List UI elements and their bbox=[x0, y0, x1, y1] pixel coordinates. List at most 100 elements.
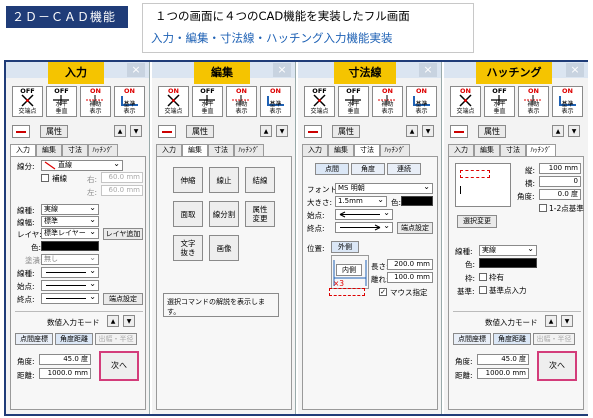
chamfer-button[interactable]: 面取 bbox=[173, 201, 203, 227]
angle-distance-mode-button[interactable]: 角度距離 bbox=[55, 333, 93, 345]
scroll-up-button[interactable]: ▲ bbox=[114, 125, 126, 137]
cross-point-toggle[interactable]: OFF 交端点 bbox=[12, 86, 43, 117]
tab-dimension[interactable]: 寸法 bbox=[208, 144, 234, 156]
angle-mode-button[interactable]: 角度 bbox=[351, 163, 385, 175]
line-stop-button[interactable]: 線止 bbox=[209, 167, 239, 193]
base-display-toggle[interactable]: ON 基準 表示 bbox=[114, 86, 145, 117]
scroll-up-button[interactable]: ▲ bbox=[260, 125, 272, 137]
end-arrow-select[interactable] bbox=[335, 222, 393, 233]
ruler-icon[interactable] bbox=[158, 125, 176, 138]
layer-add-button[interactable]: レイヤ追加 bbox=[103, 228, 143, 240]
tab-edit[interactable]: 編集 bbox=[36, 144, 62, 156]
scroll-down-button[interactable]: ▼ bbox=[422, 125, 434, 137]
stretch-button[interactable]: 伸縮 bbox=[173, 167, 203, 193]
point-coord-mode-button[interactable]: 点間座標 bbox=[15, 333, 53, 345]
scroll-up-button[interactable]: ▲ bbox=[406, 125, 418, 137]
left-offset-input[interactable]: 60.0 mm bbox=[101, 185, 143, 196]
tab-input[interactable]: 入力 bbox=[156, 144, 182, 156]
kind-select[interactable]: 実線 bbox=[479, 245, 537, 256]
frame-checkbox[interactable] bbox=[479, 273, 487, 281]
tab-hatching[interactable]: ﾊｯﾁﾝｸﾞ bbox=[380, 144, 410, 156]
mode-down-button[interactable]: ▼ bbox=[123, 315, 135, 327]
pattern-item[interactable] bbox=[460, 170, 490, 178]
start-arrow-select[interactable] bbox=[335, 209, 393, 220]
start-arrow-select[interactable] bbox=[41, 280, 99, 291]
aux-display-toggle[interactable]: ON 補助 表示 bbox=[226, 86, 257, 117]
kind-select[interactable]: 実線 bbox=[41, 204, 99, 215]
linekind-select[interactable] bbox=[41, 267, 99, 278]
color-swatch[interactable] bbox=[401, 196, 433, 206]
aux-display-toggle[interactable]: ON 補助 表示 bbox=[372, 86, 403, 117]
tab-edit[interactable]: 編集 bbox=[328, 144, 354, 156]
mode-up-button[interactable]: ▲ bbox=[545, 315, 557, 327]
horizontal-vertical-toggle[interactable]: OFF 水平 垂直 bbox=[192, 86, 223, 117]
mode-up-button[interactable]: ▲ bbox=[107, 315, 119, 327]
base-display-toggle[interactable]: ON 基準 表示 bbox=[552, 86, 583, 117]
two-point-base-checkbox[interactable] bbox=[539, 204, 547, 212]
angle-input[interactable]: 0.0 度 bbox=[539, 189, 581, 200]
attribute-button[interactable]: 属性 bbox=[186, 125, 214, 138]
image-button[interactable]: 画像 bbox=[209, 235, 239, 261]
tab-dimension[interactable]: 寸法 bbox=[62, 144, 88, 156]
cross-point-toggle[interactable]: ON 交端点 bbox=[158, 86, 189, 117]
close-icon[interactable]: × bbox=[566, 63, 584, 77]
tab-dimension[interactable]: 寸法 bbox=[500, 144, 526, 156]
ruler-icon[interactable] bbox=[304, 125, 322, 138]
cross-point-toggle[interactable]: ON 交端点 bbox=[450, 86, 481, 117]
endpoint-setting-button[interactable]: 端点設定 bbox=[103, 293, 143, 305]
base-display-toggle[interactable]: ON 基準 表示 bbox=[406, 86, 437, 117]
endpoint-setting-button[interactable]: 端点設定 bbox=[397, 222, 433, 234]
tab-hatching[interactable]: ﾊｯﾁﾝｸﾞ bbox=[234, 144, 264, 156]
horizontal-vertical-toggle[interactable]: OFF 水平 垂直 bbox=[46, 86, 77, 117]
continuous-mode-button[interactable]: 連続 bbox=[387, 163, 421, 175]
point-distance-mode-button[interactable]: 点間 bbox=[315, 163, 349, 175]
horizontal-vertical-toggle[interactable]: OFF 水平 垂直 bbox=[484, 86, 515, 117]
scroll-down-button[interactable]: ▼ bbox=[130, 125, 142, 137]
close-icon[interactable]: × bbox=[273, 63, 291, 77]
base-point-checkbox[interactable] bbox=[479, 286, 487, 294]
attribute-button[interactable]: 属性 bbox=[332, 125, 360, 138]
distance-input[interactable]: 1000.0 mm bbox=[477, 368, 529, 379]
linetype-select[interactable]: 直線 bbox=[41, 160, 123, 171]
color-swatch[interactable] bbox=[479, 258, 537, 268]
tab-hatching[interactable]: ﾊｯﾁﾝｸﾞ bbox=[88, 144, 118, 156]
next-button[interactable]: 次へ bbox=[99, 351, 139, 381]
point-coord-mode-button[interactable]: 点間座標 bbox=[453, 333, 491, 345]
width-select[interactable]: 標準 bbox=[41, 216, 99, 227]
outside-button[interactable]: 外側 bbox=[331, 241, 359, 253]
aux-display-toggle[interactable]: ON 補助 表示 bbox=[518, 86, 549, 117]
close-icon[interactable]: × bbox=[419, 63, 437, 77]
fill-select[interactable]: 無し bbox=[41, 254, 99, 265]
attribute-button[interactable]: 属性 bbox=[478, 125, 506, 138]
tab-input[interactable]: 入力 bbox=[448, 144, 474, 156]
close-icon[interactable]: × bbox=[127, 63, 145, 77]
mode-down-button[interactable]: ▼ bbox=[561, 315, 573, 327]
connect-button[interactable]: 結線 bbox=[245, 167, 275, 193]
end-arrow-select[interactable] bbox=[41, 293, 99, 304]
base-display-toggle[interactable]: ON 基準 表示 bbox=[260, 86, 291, 117]
scroll-down-button[interactable]: ▼ bbox=[276, 125, 288, 137]
offset-input[interactable]: 100.0 mm bbox=[387, 272, 433, 283]
tab-edit[interactable]: 編集 bbox=[474, 144, 500, 156]
next-button[interactable]: 次へ bbox=[537, 351, 577, 381]
split-line-button[interactable]: 線分割 bbox=[209, 201, 239, 227]
horizontal-vertical-toggle[interactable]: OFF 水平 垂直 bbox=[338, 86, 369, 117]
width-radius-mode-button[interactable]: 出幅・半径 bbox=[533, 333, 575, 345]
color-swatch[interactable] bbox=[41, 241, 99, 251]
text-extract-button[interactable]: 文字 抜き bbox=[173, 235, 203, 261]
font-select[interactable]: MS 明朝 bbox=[335, 183, 433, 194]
length-input[interactable]: 200.0 mm bbox=[387, 259, 433, 270]
mouse-specify-checkbox[interactable]: ✓ bbox=[379, 288, 387, 296]
select-change-button[interactable]: 選択変更 bbox=[457, 215, 497, 228]
angle2-input[interactable]: 45.0 度 bbox=[477, 354, 529, 365]
attribute-change-button[interactable]: 属性 変更 bbox=[245, 201, 275, 227]
tab-input[interactable]: 入力 bbox=[302, 144, 328, 156]
distance-input[interactable]: 1000.0 mm bbox=[39, 368, 91, 379]
vertical-input[interactable]: 100 mm bbox=[539, 163, 581, 174]
ruler-icon[interactable] bbox=[450, 125, 468, 138]
cross-point-toggle[interactable]: OFF 交端点 bbox=[304, 86, 335, 117]
angle-distance-mode-button[interactable]: 角度距離 bbox=[493, 333, 531, 345]
ruler-icon[interactable] bbox=[12, 125, 30, 138]
inside-button[interactable]: 内側 bbox=[336, 264, 362, 276]
right-offset-input[interactable]: 60.0 mm bbox=[101, 172, 143, 183]
